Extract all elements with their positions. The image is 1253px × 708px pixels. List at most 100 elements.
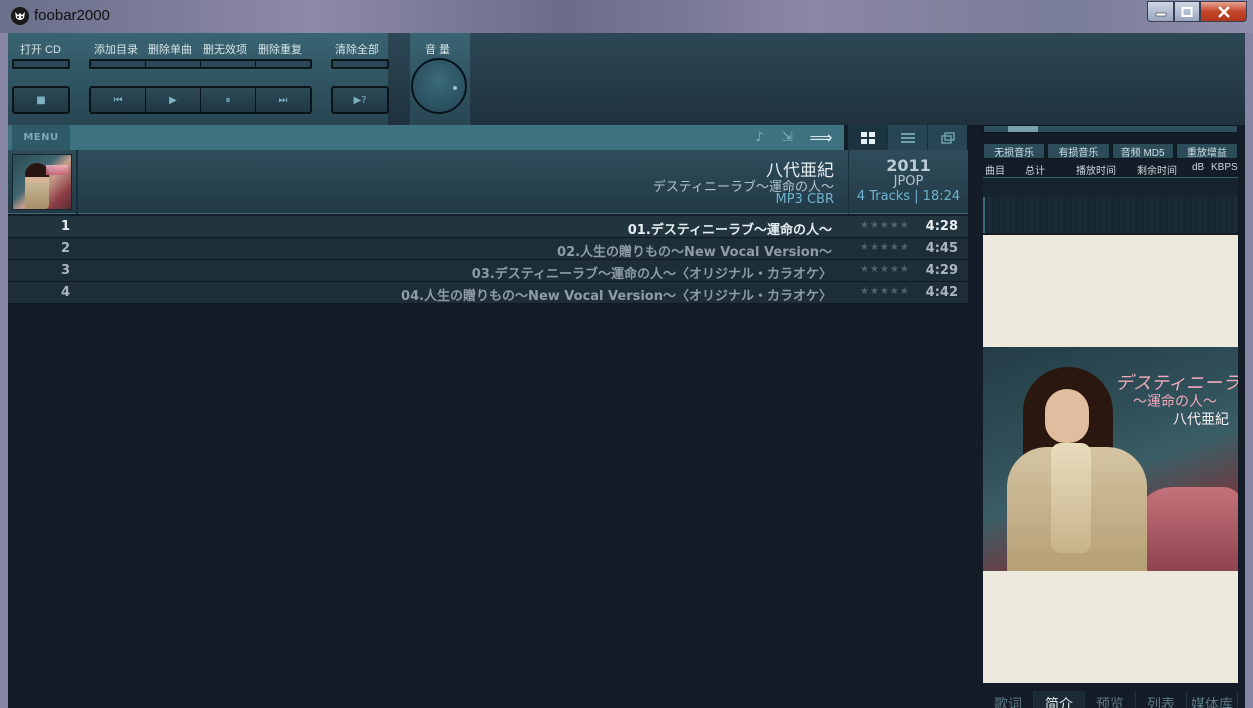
maximize-button[interactable] (1174, 1, 1200, 22)
stop-button-group: ■ (12, 86, 70, 114)
tab-preview[interactable]: 预览 (1085, 691, 1136, 708)
open-cd-button[interactable] (12, 59, 70, 69)
clear-all-label: 清除全部 (335, 44, 379, 56)
track-list: 1 01.デスティニーラブ～運命の人～ ★★★★★ 4:28 2 02.人生の贈… (8, 216, 968, 304)
track-row[interactable]: 4 04.人生の贈りもの～New Vocal Version～〈オリジナル・カラ… (8, 282, 968, 304)
track-number: 2 (60, 241, 70, 256)
toolbar: 打开 CD 添加目录 删除单曲 删无效项 删除重复 清除全部 音 量 ■ ⏮ ▶… (8, 33, 1245, 125)
delete-single-button[interactable] (146, 61, 201, 67)
next-button[interactable]: ⏭ (256, 88, 310, 112)
track-number: 1 (60, 219, 70, 234)
track-rating[interactable]: ★★★★★ (860, 242, 910, 253)
cover-face (1045, 389, 1089, 443)
spectrum-visualizer (983, 197, 1238, 233)
order-button-group: ▶? (331, 86, 389, 114)
seek-bar[interactable] (983, 125, 1238, 133)
previous-button[interactable]: ⏮ (91, 88, 146, 112)
window-controls (1147, 1, 1247, 23)
audio-md5-button[interactable]: 音频 MD5 (1111, 143, 1174, 159)
cover-art[interactable]: デスティニーラブ ～運命の人～ 八代亜紀 (983, 347, 1238, 571)
seek-handle[interactable] (1008, 126, 1038, 132)
track-rating[interactable]: ★★★★★ (860, 264, 910, 275)
lossy-filter-button[interactable]: 有损音乐 (1047, 143, 1110, 159)
track-duration: 4:45 (925, 241, 958, 256)
track-title: 03.デスティニーラブ～運命の人～〈オリジナル・カラオケ〉 (471, 267, 832, 282)
album-info: 2011 JPOP 4 Tracks | 18:24 (848, 150, 968, 214)
col-play-time: 播放时间 (1076, 166, 1116, 177)
stats-row (983, 177, 1238, 199)
col-kbps: KBPS (1211, 162, 1238, 173)
add-dir-label: 添加目录 (94, 44, 138, 56)
clear-all-button[interactable] (331, 59, 389, 69)
close-button[interactable] (1200, 1, 1247, 22)
random-order-button[interactable]: ▶? (333, 88, 387, 112)
album-header[interactable]: 八代亜紀 デスティニーラブ～運命の人～ MP3 CBR 2011 JPOP 4 … (8, 150, 968, 214)
album-header-divider (76, 150, 78, 214)
list-view-button[interactable] (888, 125, 928, 150)
album-codec: MP3 CBR (775, 192, 835, 207)
album-year: 2011 (886, 156, 931, 175)
thumbnail-title-mark (46, 165, 68, 175)
track-number: 3 (60, 263, 70, 278)
track-rating[interactable]: ★★★★★ (860, 220, 910, 231)
window-title: foobar2000 (34, 7, 110, 24)
track-row[interactable]: 1 01.デスティニーラブ～運命の人～ ★★★★★ 4:28 (8, 216, 968, 238)
delete-invalid-label: 删无效项 (203, 44, 247, 56)
stats-column-headers: 曲目 总计 播放时间 剩余时间 dB KBPS (983, 161, 1238, 177)
delete-dupes-button[interactable] (256, 61, 310, 67)
list-view-icon (900, 132, 915, 143)
stop-icon: ■ (36, 94, 46, 106)
volume-knob[interactable] (411, 58, 467, 114)
cover-subtitle: ～運命の人～ (1133, 394, 1217, 410)
delete-invalid-button[interactable] (201, 61, 256, 67)
popout-view-button[interactable] (928, 125, 967, 150)
col-total: 总计 (1025, 166, 1045, 177)
replaygain-button[interactable]: 重放增益 (1175, 143, 1238, 159)
play-icon: ▶ (169, 94, 177, 106)
minimize-icon (1155, 12, 1166, 16)
foobar-logo-icon (11, 7, 29, 25)
lossless-filter-button[interactable]: 无损音乐 (983, 143, 1046, 159)
col-db: dB (1192, 162, 1205, 173)
tab-lyrics[interactable]: 歌词 (983, 691, 1034, 708)
pause-button[interactable]: ⏸ (201, 88, 256, 112)
track-number: 4 (60, 285, 70, 300)
track-row[interactable]: 2 02.人生の贈りもの～New Vocal Version～ ★★★★★ 4:… (8, 238, 968, 260)
cover-sofa (1133, 487, 1238, 571)
transport-buttons: ⏮ ▶ ⏸ ⏭ (89, 86, 312, 114)
close-icon (1217, 5, 1230, 18)
tab-intro[interactable]: 简介 (1034, 691, 1085, 708)
music-note-icon[interactable]: ♪ (752, 130, 767, 145)
delete-single-label: 删除单曲 (148, 44, 192, 56)
menu-button[interactable]: MENU (12, 125, 70, 150)
play-button[interactable]: ▶ (146, 88, 201, 112)
add-dir-button[interactable] (91, 61, 146, 67)
track-duration: 4:29 (925, 263, 958, 278)
view-mode-strip (848, 125, 967, 150)
album-genre: JPOP (893, 174, 924, 189)
track-duration: 4:28 (925, 219, 958, 234)
follow-cursor-icon[interactable]: ⟹ (808, 130, 834, 146)
stop-button[interactable]: ■ (14, 88, 68, 112)
track-row[interactable]: 3 03.デスティニーラブ～運命の人～〈オリジナル・カラオケ〉 ★★★★★ 4:… (8, 260, 968, 282)
delete-dupes-label: 删除重复 (258, 44, 302, 56)
track-title: 04.人生の贈りもの～New Vocal Version～〈オリジナル・カラオケ… (401, 289, 832, 304)
minimize-button[interactable] (1147, 1, 1174, 22)
open-cd-label: 打开 CD (20, 44, 61, 56)
popout-icon (940, 131, 955, 144)
track-title: 01.デスティニーラブ～運命の人～ (627, 223, 832, 238)
grid-view-button[interactable] (848, 125, 888, 150)
tab-library[interactable]: 媒体库 (1187, 691, 1238, 708)
random-order-icon: ▶? (353, 94, 367, 106)
album-track-summary: 4 Tracks | 18:24 (856, 189, 961, 204)
track-duration: 4:42 (925, 285, 958, 300)
cover-artist: 八代亜紀 (1173, 412, 1229, 428)
window-titlebar[interactable]: foobar2000 (0, 0, 1253, 33)
tab-list[interactable]: 列表 (1136, 691, 1187, 708)
album-thumbnail[interactable] (12, 154, 72, 210)
tag-filter-buttons: 无损音乐 有损音乐 音频 MD5 重放增益 (983, 143, 1238, 159)
locate-icon[interactable]: ⇲ (780, 130, 795, 145)
grid-view-icon (860, 131, 875, 144)
track-rating[interactable]: ★★★★★ (860, 286, 910, 297)
volume-label: 音 量 (425, 44, 451, 56)
